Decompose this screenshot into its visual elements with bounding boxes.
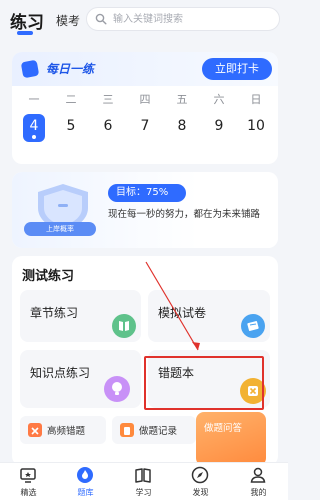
daily-practice-header: 每日一练 立即打卡 xyxy=(12,52,278,86)
tab-mock-exam[interactable]: 模考 xyxy=(56,12,80,29)
weekday-label: 三 xyxy=(102,93,114,106)
card-label: 知识点练习 xyxy=(30,366,91,380)
book-icon xyxy=(112,314,136,338)
weekday-label: 五 xyxy=(176,93,188,106)
daily-practice-icon xyxy=(20,59,40,79)
pass-probability-badge: 上岸概率 xyxy=(24,222,96,236)
search-bar[interactable] xyxy=(86,7,280,31)
nav-item-featured[interactable]: 精选 xyxy=(0,463,57,500)
check-in-button[interactable]: 立即打卡 xyxy=(202,58,272,80)
bulb-icon xyxy=(104,376,130,402)
weekday-label: 四 xyxy=(139,93,151,106)
nav-label: 我的 xyxy=(250,488,267,497)
calendar-day[interactable]: 三 6 xyxy=(93,92,123,142)
practice-records-button[interactable]: 做题记录 xyxy=(112,416,196,444)
date-number: 10 xyxy=(247,118,265,134)
error-icon xyxy=(28,423,42,437)
mini-label: 高频错题 xyxy=(47,426,86,437)
section-title: 测试练习 xyxy=(22,269,75,284)
bottom-nav: 精选 题库 学习 发现 我的 xyxy=(0,462,288,500)
calendar-day[interactable]: 日 10 xyxy=(241,92,271,142)
search-icon xyxy=(95,13,107,25)
date-number: 4 xyxy=(23,114,45,142)
nav-item-profile[interactable]: 我的 xyxy=(230,463,287,500)
nav-item-study[interactable]: 学习 xyxy=(115,463,172,500)
qa-label: 做题问答 xyxy=(204,423,243,434)
card-label: 模拟试卷 xyxy=(158,306,207,320)
calendar-day[interactable]: 二 5 xyxy=(56,92,86,142)
knowledge-point-practice-card[interactable]: 知识点练习 xyxy=(20,350,141,408)
profile-icon xyxy=(250,467,266,483)
date-number: 9 xyxy=(214,118,224,134)
record-icon xyxy=(120,423,134,437)
mock-paper-card[interactable]: 模拟试卷 xyxy=(148,290,270,342)
calendar-day[interactable]: 六 9 xyxy=(204,92,234,142)
weekday-label: 一 xyxy=(28,93,40,106)
high-frequency-errors-button[interactable]: 高频错题 xyxy=(20,416,106,444)
question-bank-icon xyxy=(77,467,93,483)
top-bar: 练习 模考 xyxy=(0,0,288,46)
nav-label: 精选 xyxy=(20,488,37,497)
date-number: 5 xyxy=(66,118,76,134)
card-label: 章节练习 xyxy=(30,306,79,320)
calendar-day[interactable]: 四 7 xyxy=(130,92,160,142)
search-input[interactable] xyxy=(113,8,273,30)
nav-label: 发现 xyxy=(192,488,209,497)
highlight-box xyxy=(144,356,264,410)
nav-label: 题库 xyxy=(77,488,94,497)
weekday-label: 六 xyxy=(213,93,225,106)
week-calendar: 一 4 二 5 三 6 四 7 五 8 六 9 日 10 xyxy=(12,92,278,160)
goal-card[interactable]: 上岸概率 目标：75% 现在每一秒的努力，都在为未来铺路 xyxy=(12,172,278,248)
paper-icon xyxy=(241,314,265,338)
featured-icon xyxy=(20,468,36,483)
motto-text: 现在每一秒的努力，都在为未来铺路 xyxy=(108,209,261,220)
weekday-label: 二 xyxy=(65,93,77,106)
discover-icon xyxy=(191,466,209,484)
target-label: 目标：75% xyxy=(108,184,186,202)
nav-item-discover[interactable]: 发现 xyxy=(172,463,229,500)
date-number: 8 xyxy=(177,118,187,134)
tab-practice[interactable]: 练习 xyxy=(10,8,44,33)
tab-active-indicator xyxy=(17,31,33,35)
date-number: 7 xyxy=(140,118,150,134)
calendar-day[interactable]: 一 4 xyxy=(19,92,49,142)
nav-item-question-bank[interactable]: 题库 xyxy=(57,463,114,500)
study-icon xyxy=(135,468,151,483)
chapter-practice-card[interactable]: 章节练习 xyxy=(20,290,141,342)
daily-practice-card: 每日一练 立即打卡 一 4 二 5 三 6 四 7 五 8 六 9 日 10 xyxy=(12,52,278,164)
daily-practice-title: 每日一练 xyxy=(46,62,95,76)
weekday-label: 日 xyxy=(250,93,262,106)
date-number: 6 xyxy=(103,118,113,134)
mini-label: 做题记录 xyxy=(139,426,178,437)
nav-label: 学习 xyxy=(135,488,152,497)
qa-card[interactable]: 做题问答 xyxy=(196,412,266,466)
calendar-day[interactable]: 五 8 xyxy=(167,92,197,142)
